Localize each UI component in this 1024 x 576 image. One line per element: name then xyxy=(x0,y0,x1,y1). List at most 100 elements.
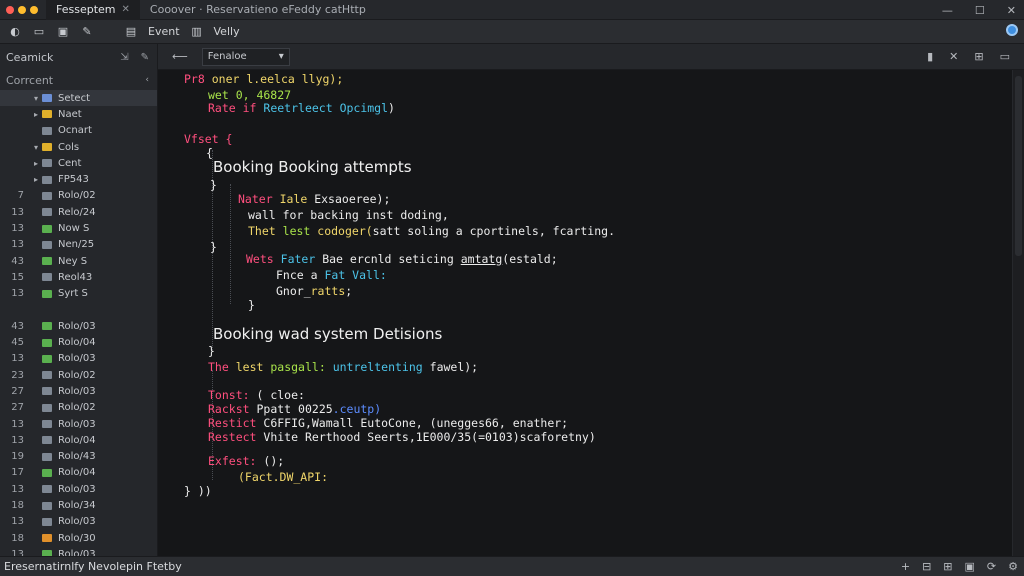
code-line: { xyxy=(206,146,213,160)
code-line: } xyxy=(210,240,217,254)
line-number: 27 xyxy=(11,402,24,414)
tree-item[interactable]: 19 Rolo/43 xyxy=(0,449,157,465)
sync-icon[interactable]: ⟳ xyxy=(987,560,996,573)
tree-item[interactable]: 15 Reol43 xyxy=(0,269,157,285)
window-tab[interactable]: Fesseptem ✕ xyxy=(46,0,140,20)
code-editor[interactable]: Pr8 oner l.eelca llyg); wet 0, 46827 Rat… xyxy=(158,70,1012,556)
back-icon[interactable]: ⟵ xyxy=(172,50,188,63)
event-button[interactable]: Event xyxy=(148,25,180,38)
tree-item-label: Rolo/02 xyxy=(58,402,96,414)
chevron-down-icon: ▾ xyxy=(278,51,284,62)
tree-item[interactable]: 43 Ney S xyxy=(0,253,157,269)
expand-arrow-icon[interactable]: ▾ xyxy=(30,143,42,152)
code-line: Rackst Ppatt 00225.ceutp) xyxy=(208,402,382,416)
tree-item[interactable]: 13 Syrt S xyxy=(0,286,157,302)
account-button[interactable] xyxy=(1006,24,1018,36)
line-number: 43 xyxy=(11,255,24,267)
bookmark-icon[interactable]: ▮ xyxy=(927,50,933,63)
tree-item-label: Ney S xyxy=(58,255,88,267)
edit-icon[interactable]: ✎ xyxy=(80,25,94,39)
tree-item-label: Naet xyxy=(58,108,82,120)
tree-item[interactable]: ▾ Setect xyxy=(0,90,157,107)
tree-item[interactable]: ▾ Cols xyxy=(0,139,157,155)
tree-item[interactable]: 13 Now S xyxy=(0,220,157,236)
settings-icon[interactable]: ⚙ xyxy=(1008,560,1018,573)
tree-item[interactable]: 18 Rolo/34 xyxy=(0,497,157,513)
file-select-value: Fenaloe xyxy=(207,51,247,62)
tree-item[interactable]: 17 Rolo/04 xyxy=(0,465,157,481)
velly-icon[interactable]: ▥ xyxy=(190,25,204,39)
file-icon xyxy=(42,208,52,217)
tree-item-label: Ocnart xyxy=(58,125,92,137)
layout-icon[interactable]: ⊞ xyxy=(943,560,952,573)
panel-icon[interactable]: ⊟ xyxy=(922,560,931,573)
line-number: 43 xyxy=(11,320,24,332)
tree-item-label: Nen/25 xyxy=(58,239,95,251)
split-icon[interactable]: ⇲ xyxy=(120,52,128,63)
tree-item[interactable]: 27 Rolo/02 xyxy=(0,400,157,416)
velly-button[interactable]: Velly xyxy=(214,25,240,38)
vertical-scrollbar[interactable] xyxy=(1012,70,1024,556)
expand-arrow-icon[interactable]: ▾ xyxy=(30,94,42,103)
minimize-icon[interactable]: — xyxy=(942,4,953,17)
tree-item-label: Reol43 xyxy=(58,271,93,283)
tree-item[interactable]: 45 Rolo/04 xyxy=(0,334,157,350)
file-select[interactable]: Fenaloe ▾ xyxy=(201,47,290,66)
file-icon xyxy=(42,143,52,152)
tree-item[interactable]: 13 Rolo/03 xyxy=(0,514,157,530)
file-icon xyxy=(42,452,52,461)
line-number: 13 xyxy=(11,223,24,235)
new-file-icon[interactable]: ▭ xyxy=(32,25,46,39)
tree-item-label: Relo/24 xyxy=(58,206,96,218)
tree-item[interactable]: ▸ Cent xyxy=(0,155,157,171)
code-line: } xyxy=(248,298,255,312)
add-icon[interactable]: + xyxy=(901,560,910,573)
edit-icon[interactable]: ✎ xyxy=(141,52,149,63)
tree-item[interactable]: ▸ FP543 xyxy=(0,171,157,187)
tree-item[interactable]: ▸ Naet xyxy=(0,106,157,122)
tree-item[interactable]: Ocnart xyxy=(0,123,157,139)
file-icon xyxy=(42,94,52,103)
tree-item[interactable]: 13 Rolo/03 xyxy=(0,416,157,432)
tree-item[interactable]: 13 Rolo/04 xyxy=(0,432,157,448)
tree-item[interactable]: 13 Rolo/03 xyxy=(0,351,157,367)
tree-item-label: Rolo/30 xyxy=(58,532,96,544)
expand-arrow-icon[interactable]: ▸ xyxy=(30,159,42,168)
line-number: 13 xyxy=(11,288,24,300)
tree-item[interactable]: 27 Rolo/03 xyxy=(0,383,157,399)
split-editor-icon[interactable]: ⊞ xyxy=(974,50,983,63)
tree-item[interactable]: 18 Rolo/30 xyxy=(0,530,157,546)
close-dot[interactable] xyxy=(6,5,14,14)
code-line: } xyxy=(208,344,215,358)
tree-item[interactable] xyxy=(0,302,157,318)
tree-item[interactable]: 13 Relo/24 xyxy=(0,204,157,220)
close-icon[interactable]: ✕ xyxy=(122,4,130,15)
sidebar-header: Ceamick ⇲ ✎ xyxy=(0,44,157,70)
code-line: Wets Fater Bae ercnld seticing amtatg(es… xyxy=(246,252,558,266)
tree-item[interactable]: 13 Rolo/03 xyxy=(0,481,157,497)
tree-item[interactable]: 7 Rolo/02 xyxy=(0,188,157,204)
tool-icon[interactable]: ◐ xyxy=(8,25,22,39)
code-line: Rate if Reetrleect Opcimgl) xyxy=(208,101,395,115)
more-icon[interactable]: ▭ xyxy=(1000,50,1010,63)
code-line: Pr8 oner l.eelca llyg); xyxy=(184,72,344,86)
zoom-dot[interactable] xyxy=(30,5,38,14)
minimize-dot[interactable] xyxy=(18,5,26,14)
file-icon xyxy=(42,485,52,494)
tree-item-label: Rolo/04 xyxy=(58,467,96,479)
content-section[interactable]: Corrcent ‹ xyxy=(0,70,157,90)
chevron-left-icon[interactable]: ‹ xyxy=(145,75,149,85)
window-close-icon[interactable]: ✕ xyxy=(1007,4,1016,17)
tree-item[interactable]: 23 Rolo/02 xyxy=(0,367,157,383)
expand-arrow-icon[interactable]: ▸ xyxy=(30,175,42,184)
notification-icon[interactable]: ▣ xyxy=(965,560,975,573)
tree-item[interactable]: 13 Rolo/03 xyxy=(0,546,157,556)
files-icon[interactable]: ▣ xyxy=(56,25,70,39)
close-icon[interactable]: ✕ xyxy=(949,50,958,63)
event-icon[interactable]: ▤ xyxy=(124,25,138,39)
scrollbar-thumb[interactable] xyxy=(1015,76,1022,256)
maximize-icon[interactable]: ☐ xyxy=(975,4,985,17)
expand-arrow-icon[interactable]: ▸ xyxy=(30,110,42,119)
tree-item[interactable]: 43 Rolo/03 xyxy=(0,318,157,334)
tree-item[interactable]: 13 Nen/25 xyxy=(0,237,157,253)
